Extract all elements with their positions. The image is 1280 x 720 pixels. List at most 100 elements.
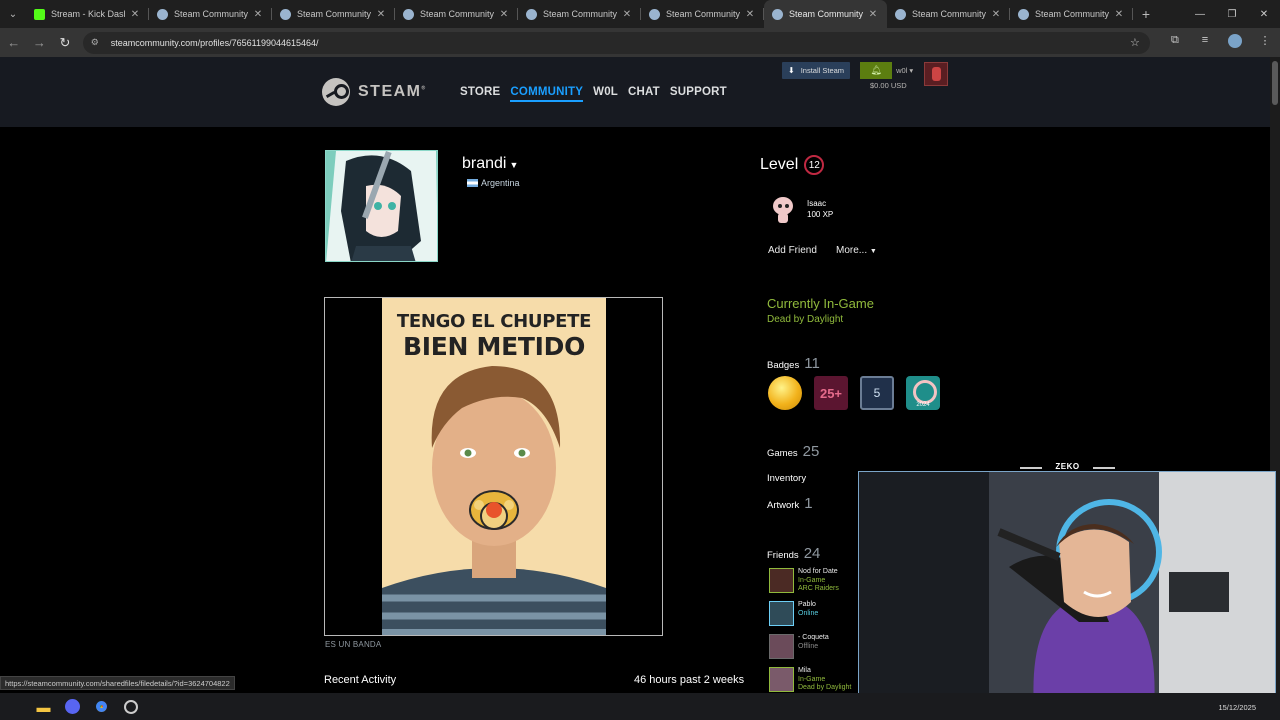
persona-name-dropdown[interactable]: brandi ▼ [462, 155, 518, 173]
taskbar-date: 15/12/2025 [1218, 703, 1256, 712]
start-button[interactable] [0, 693, 29, 720]
tab-title: Steam Community :: [1035, 9, 1109, 19]
account-menu[interactable]: w0l ▾ [896, 62, 913, 79]
friends-link[interactable]: Friends 24 [767, 545, 820, 562]
notifications-button[interactable]: 🔔︎ [860, 62, 893, 79]
friend-avatar[interactable] [769, 601, 794, 626]
artwork-count: 1 [804, 495, 813, 512]
browser-tab[interactable]: Steam Community :: ✕ [887, 0, 1010, 28]
browser-tab[interactable]: Steam Community :: ✕ [272, 0, 395, 28]
browser-tab[interactable]: Stream - Kick Dashbo ✕ [26, 0, 149, 28]
obs-icon[interactable] [116, 693, 145, 720]
steam-icon [403, 8, 414, 20]
coin-badge-icon[interactable] [768, 376, 802, 410]
forward-button[interactable]: → [28, 31, 52, 55]
status-game-link[interactable]: Dead by Daylight [767, 314, 843, 325]
omnibox[interactable]: ⚙ steamcommunity.com/profiles/7656119904… [82, 31, 1150, 54]
close-tab-icon[interactable]: ✕ [1113, 9, 1125, 20]
friend-item[interactable]: Nod for Date In-Game ARC Raiders [769, 568, 851, 594]
toolbar-icons: ⧉ ≡ ⋮ [1160, 34, 1280, 51]
browser-menu-icon[interactable]: ⋮ [1250, 34, 1280, 51]
close-tab-icon[interactable]: ✕ [744, 9, 756, 20]
nav-chat[interactable]: CHAT [628, 86, 660, 102]
chrome-icon[interactable] [87, 693, 116, 720]
friend-item[interactable]: - Coqueta Offline [769, 634, 851, 660]
new-tab-button[interactable]: + [1133, 6, 1159, 22]
close-tab-icon[interactable]: ✕ [498, 9, 510, 20]
friend-avatar[interactable] [769, 667, 794, 692]
badges-link[interactable]: Badges 11 [767, 355, 820, 372]
nav-support[interactable]: SUPPORT [670, 86, 727, 102]
tab-search-button[interactable]: ⌄ [0, 0, 26, 28]
back-button[interactable]: ← [2, 31, 26, 55]
years-badge-icon[interactable]: 25+ [814, 376, 848, 410]
friend-status: In-Game [798, 576, 826, 584]
inventory-label: Inventory [767, 473, 807, 484]
site-info-icon[interactable]: ⚙ [91, 37, 105, 48]
browser-tab[interactable]: Steam Community :: ✕ [641, 0, 764, 28]
level-label: Level [760, 156, 799, 173]
browser-tab[interactable]: Steam Community :: ✕ [395, 0, 518, 28]
chevron-down-icon: ▼ [509, 160, 519, 170]
friend-item[interactable]: Pablo Online [769, 601, 851, 627]
extensions-icon[interactable]: ⧉ [1160, 34, 1190, 51]
steam-icon [649, 8, 660, 20]
badge-row: 25+ 5 2024 [768, 376, 952, 410]
steam-logo[interactable]: STEAM® [322, 78, 427, 106]
browser-tab[interactable]: Steam Community :: ✕ [149, 0, 272, 28]
nav-store[interactable]: STORE [460, 86, 500, 102]
artwork-showcase[interactable]: TENGO EL CHUPETE BIEN METIDO [324, 297, 663, 636]
browser-tab[interactable]: Steam Community :: ✕ [1010, 0, 1133, 28]
url-text[interactable]: steamcommunity.com/profiles/765611990446… [111, 38, 1130, 48]
showcase-caption: ES UN BANDA [325, 640, 382, 649]
steam-2024-badge-icon[interactable]: 2024 [906, 376, 940, 410]
install-steam-button[interactable]: ⬇ Install Steam [782, 62, 851, 79]
minimize-button[interactable]: — [1184, 0, 1216, 28]
games-link[interactable]: Games 25 [767, 443, 819, 460]
inventory-link[interactable]: Inventory [767, 473, 806, 484]
nav-community[interactable]: COMMUNITY [510, 86, 584, 102]
close-window-button[interactable]: ✕ [1248, 0, 1280, 28]
more-dropdown-button[interactable]: More... ▼ [836, 245, 877, 256]
scrollbar-thumb[interactable] [1272, 61, 1278, 105]
artwork-link[interactable]: Artwork 1 [767, 495, 813, 512]
browser-tab[interactable]: Steam Community :: ✕ [518, 0, 641, 28]
friend-game: ARC Raiders [798, 585, 839, 592]
tab-title: Steam Community :: [297, 9, 371, 19]
close-tab-icon[interactable]: ✕ [621, 9, 633, 20]
nav-w0l[interactable]: W0L [593, 86, 618, 102]
favorite-badge-xp: 100 XP [807, 210, 834, 219]
friend-avatar[interactable] [769, 568, 794, 593]
recent-hours: 46 hours past 2 weeks [634, 674, 745, 686]
add-friend-button[interactable]: Add Friend [768, 245, 817, 256]
friend-item[interactable]: Mila In-Game Dead by Daylight [769, 667, 851, 693]
close-tab-icon[interactable]: ✕ [252, 9, 264, 20]
windows-taskbar: ▬ [0, 693, 1280, 720]
maximize-button[interactable]: ❐ [1216, 0, 1248, 28]
header-user-avatar[interactable] [924, 62, 948, 86]
browser-tab[interactable]: Steam Community :: ✕ [764, 0, 887, 28]
media-controls-icon[interactable]: ≡ [1190, 34, 1220, 51]
profile-level: Level 12 [760, 155, 825, 175]
profile-icon[interactable] [1220, 34, 1250, 51]
five-badge-icon[interactable]: 5 [860, 376, 894, 410]
file-explorer-icon[interactable]: ▬ [29, 693, 58, 720]
country-name: Argentina [481, 178, 520, 188]
close-tab-icon[interactable]: ✕ [375, 9, 387, 20]
steam-icon [157, 8, 168, 20]
chevron-down-icon: ▼ [869, 248, 877, 255]
showcase-artwork-image[interactable]: TENGO EL CHUPETE BIEN METIDO [382, 298, 606, 635]
reload-button[interactable]: ↻ [53, 31, 77, 55]
bookmark-star-icon[interactable]: ☆ [1130, 36, 1150, 49]
webcam-overlay [858, 471, 1276, 707]
close-tab-icon[interactable]: ✕ [129, 9, 141, 20]
level-badge[interactable]: 12 [804, 155, 825, 175]
close-tab-icon[interactable]: ✕ [867, 9, 879, 20]
discord-icon[interactable] [58, 693, 87, 720]
friend-status: In-Game [798, 675, 826, 683]
webcam-feed-image [859, 472, 1275, 706]
steam-logo-text: STEAM® [358, 83, 427, 100]
friend-avatar[interactable] [769, 634, 794, 659]
close-tab-icon[interactable]: ✕ [990, 9, 1002, 20]
favorite-badge[interactable]: Isaac 100 XP [770, 196, 833, 224]
